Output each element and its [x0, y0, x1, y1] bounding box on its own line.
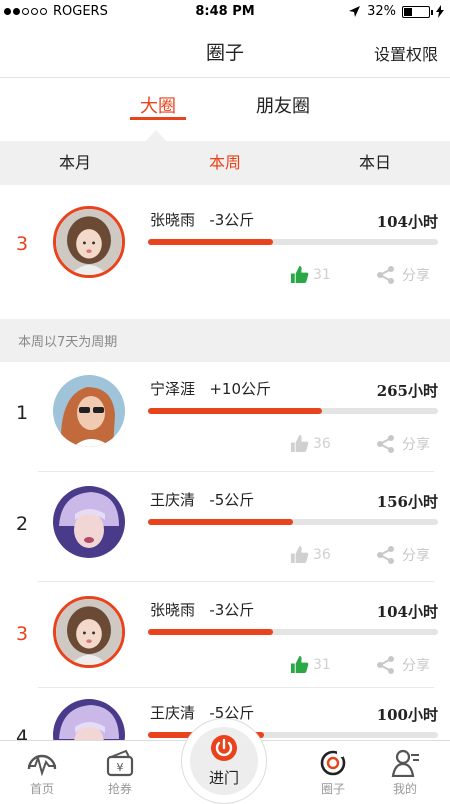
- purple-hair-avatar[interactable]: [53, 486, 125, 558]
- progress-bar: [148, 408, 438, 414]
- enter-button[interactable]: 进门: [181, 718, 267, 804]
- power-icon: [211, 735, 237, 761]
- like-count: 36: [313, 435, 331, 452]
- tab-home[interactable]: 首页: [12, 749, 72, 797]
- like-count: 31: [313, 656, 331, 673]
- member-hours: 265小时: [376, 382, 438, 400]
- period-week[interactable]: 本周: [150, 141, 300, 185]
- rank-number: 2: [16, 513, 29, 535]
- progress-bar: [148, 519, 438, 525]
- my-ranking-row[interactable]: 3 张晓雨 -3公斤 104小时 31 分享: [0, 195, 450, 305]
- row-divider: [38, 581, 434, 582]
- sunglasses-avatar[interactable]: [53, 375, 125, 447]
- circle-tab-icon: [320, 750, 346, 776]
- like-button[interactable]: 36: [290, 434, 331, 453]
- member-name-weight: 王庆清 -5公斤: [150, 491, 255, 509]
- section-note: 本周以7天为周期: [0, 319, 450, 362]
- status-bar: ROGERS 8:48 PM 32%: [0, 0, 450, 24]
- girl-avatar[interactable]: [53, 596, 125, 668]
- share-icon: [377, 546, 394, 564]
- period-selector: 本月 本周 本日: [0, 141, 450, 185]
- tab-circle[interactable]: 圈子: [303, 749, 363, 797]
- thumbs-up-icon: [290, 265, 309, 284]
- share-label: 分享: [402, 268, 430, 284]
- share-label: 分享: [402, 658, 430, 674]
- coupon-wallet-icon: ¥: [106, 749, 134, 777]
- row-divider: [38, 471, 434, 472]
- rank-number: 1: [16, 402, 29, 424]
- tab-mine[interactable]: 我的: [375, 749, 435, 797]
- member-name-weight: 张晓雨 -3公斤: [150, 211, 255, 229]
- circle-tabs: 大圈 朋友圈: [0, 78, 450, 142]
- like-button[interactable]: 36: [290, 545, 331, 564]
- share-button[interactable]: 分享: [376, 265, 430, 285]
- period-day[interactable]: 本日: [300, 141, 450, 185]
- ranking-row[interactable]: 2 王庆清 -5公斤 156小时 36 分享: [0, 475, 450, 585]
- progress-bar: [148, 239, 438, 245]
- tab-coupon[interactable]: ¥ 抢券: [90, 749, 150, 797]
- ranking-row[interactable]: 3 张晓雨 -3公斤 104小时 31 分享: [0, 585, 450, 695]
- like-button[interactable]: 31: [290, 655, 331, 674]
- tab-friends-circle[interactable]: 朋友圈: [256, 78, 310, 120]
- share-button[interactable]: 分享: [376, 655, 430, 675]
- like-button[interactable]: 31: [290, 265, 331, 284]
- profile-icon: [391, 749, 419, 777]
- share-icon: [377, 435, 394, 453]
- home-pulse-icon: [27, 754, 57, 777]
- share-icon: [377, 656, 394, 674]
- period-month[interactable]: 本月: [0, 141, 150, 185]
- member-name-weight: 宁泽涯 +10公斤: [150, 380, 271, 398]
- share-icon: [377, 266, 394, 284]
- thumbs-up-icon: [290, 434, 309, 453]
- battery-percent: 32%: [367, 4, 396, 19]
- girl-avatar[interactable]: [53, 206, 125, 278]
- like-count: 31: [313, 266, 331, 283]
- share-label: 分享: [402, 437, 430, 453]
- share-button[interactable]: 分享: [376, 434, 430, 454]
- share-button[interactable]: 分享: [376, 545, 430, 565]
- location-arrow-icon: [349, 6, 361, 17]
- like-count: 36: [313, 546, 331, 563]
- thumbs-up-icon: [290, 655, 309, 674]
- battery-icon: [402, 5, 433, 18]
- member-hours: 104小时: [376, 213, 438, 231]
- enter-label: 进门: [208, 769, 239, 787]
- nav-bar: 圈子 设置权限: [0, 24, 450, 78]
- svg-text:¥: ¥: [117, 761, 124, 774]
- thumbs-up-icon: [290, 545, 309, 564]
- set-permissions-button[interactable]: 设置权限: [374, 41, 438, 65]
- charging-bolt-icon: [436, 5, 444, 18]
- member-hours: 100小时: [376, 706, 438, 724]
- rank-number: 3: [16, 233, 29, 255]
- progress-bar: [148, 629, 438, 635]
- member-hours: 104小时: [376, 603, 438, 621]
- member-name-weight: 张晓雨 -3公斤: [150, 601, 255, 619]
- share-label: 分享: [402, 548, 430, 564]
- member-hours: 156小时: [376, 493, 438, 511]
- tab-big-circle[interactable]: 大圈: [130, 78, 186, 120]
- rank-number: 3: [16, 623, 29, 645]
- ranking-row[interactable]: 1 宁泽涯 +10公斤 265小时 36 分享: [0, 364, 450, 474]
